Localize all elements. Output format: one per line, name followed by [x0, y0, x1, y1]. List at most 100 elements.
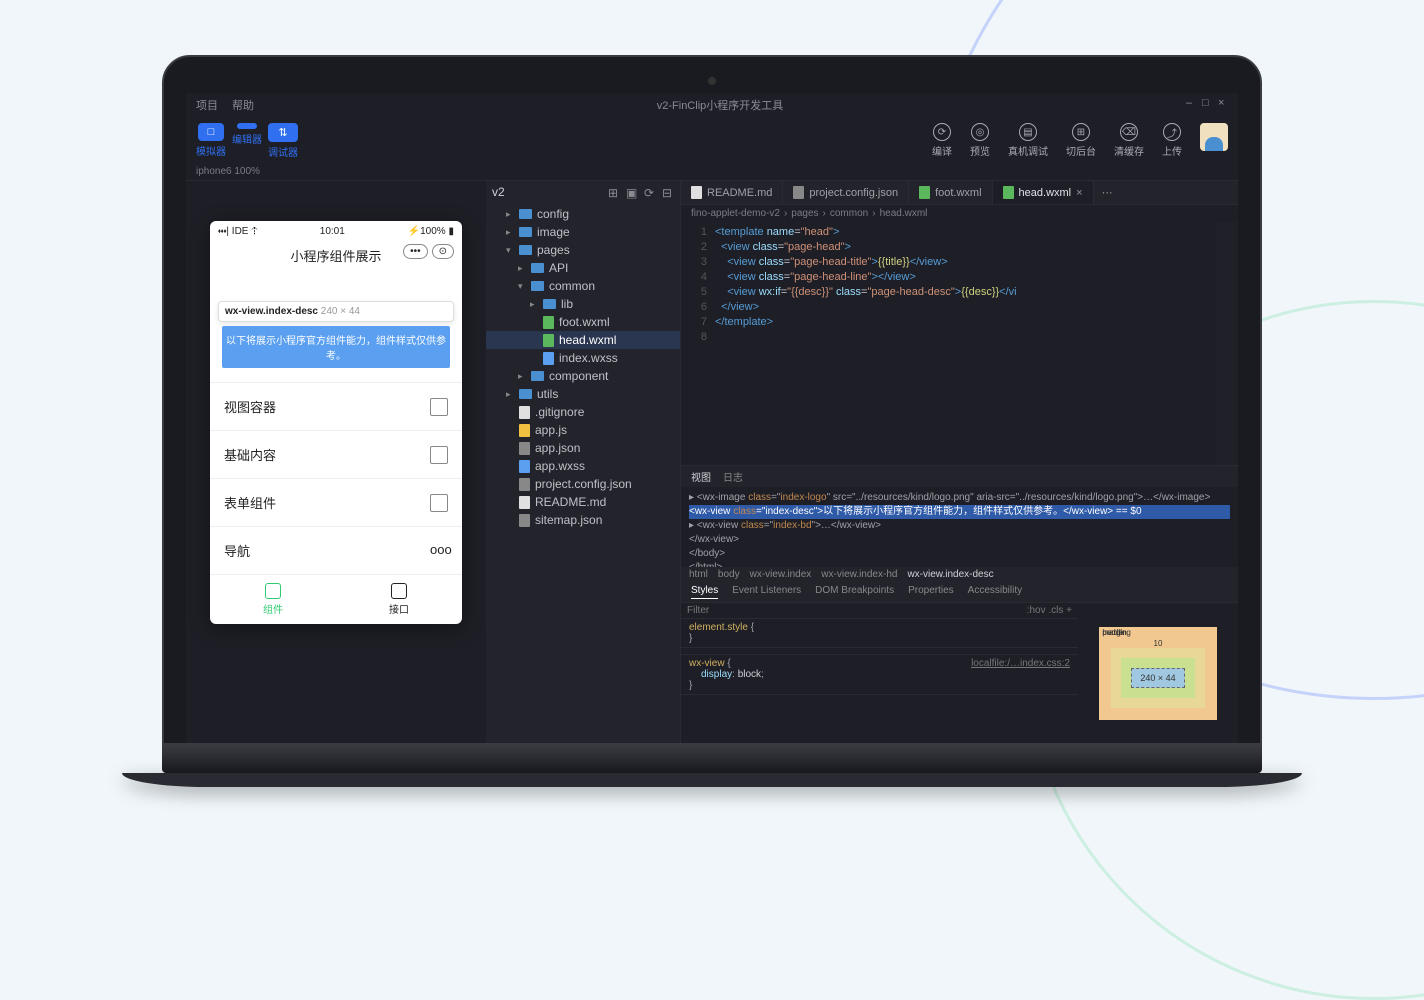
dom-breadcrumb-item[interactable]: wx-view.index-desc	[907, 569, 993, 580]
phone-tab[interactable]: 接口	[336, 575, 462, 624]
tree-node[interactable]: app.json	[486, 439, 680, 457]
devtools-subtab[interactable]: Event Listeners	[732, 585, 801, 599]
menu-help[interactable]: 帮助	[232, 97, 254, 113]
maximize-icon[interactable]: □	[1202, 97, 1212, 107]
devtools-tab-view[interactable]: 视图	[691, 469, 711, 484]
toolbar-action-2[interactable]: ▤ 真机调试	[1008, 123, 1048, 158]
chevron-icon: ▸	[506, 389, 514, 400]
file-icon	[919, 186, 930, 199]
editor-tab[interactable]: project.config.json	[783, 181, 909, 204]
breadcrumb-item[interactable]: head.wxml	[880, 208, 928, 219]
tree-node[interactable]: foot.wxml	[486, 313, 680, 331]
devtools-tab-log[interactable]: 日志	[723, 469, 743, 484]
collapse-icon[interactable]: ⊟	[662, 186, 674, 198]
code-editor[interactable]: 12345678 <template name="head"> <view cl…	[681, 222, 1238, 465]
css-rule[interactable]: </span> <span class="sel2" data-interact…	[681, 648, 1078, 655]
code-line[interactable]: <view class="page-head-line"></view>	[715, 271, 1216, 286]
camera-dot	[708, 77, 716, 85]
tree-node[interactable]: ▸ component	[486, 367, 680, 385]
add-rule-icon[interactable]: +	[1066, 605, 1072, 616]
dom-node[interactable]: </wx-view>	[689, 533, 1230, 547]
code-line[interactable]: <view class="page-head-title">{{title}}<…	[715, 256, 1216, 271]
styles-filter-input[interactable]: Filter	[687, 605, 709, 616]
tree-node[interactable]: sitemap.json	[486, 511, 680, 529]
tree-node[interactable]: ▸ utils	[486, 385, 680, 403]
minimize-icon[interactable]: –	[1186, 97, 1196, 107]
dom-node[interactable]: <wx-view class="index-desc">以下将展示小程序官方组件…	[689, 505, 1230, 519]
dom-breadcrumb-item[interactable]: body	[718, 569, 740, 580]
cls-toggle[interactable]: .cls	[1048, 605, 1063, 616]
editor-tab[interactable]: foot.wxml	[909, 181, 992, 204]
dom-node[interactable]: ▸ <wx-view class="index-bd">…</wx-view>	[689, 519, 1230, 533]
chevron-icon: ▸	[506, 227, 514, 238]
tree-node[interactable]: index.wxss	[486, 349, 680, 367]
minimap[interactable]	[1216, 222, 1238, 465]
code-line[interactable]: <view wx:if="{{desc}}" class="page-head-…	[715, 286, 1216, 301]
breadcrumb-item[interactable]: fino-applet-demo-v2	[691, 208, 780, 219]
styles-panel[interactable]: Filter :hov .cls + element.style {} </sp…	[681, 603, 1078, 743]
section-icon	[430, 494, 448, 512]
tree-node[interactable]: ▾ pages	[486, 241, 680, 259]
hov-toggle[interactable]: :hov	[1027, 605, 1046, 616]
css-rule[interactable]: localfile:/…index.css:2 wx-view {display…	[681, 655, 1078, 695]
editor-tab[interactable]: head.wxml×	[993, 181, 1094, 204]
tree-node[interactable]: README.md	[486, 493, 680, 511]
phone-section[interactable]: 视图容器	[210, 382, 462, 430]
code-line[interactable]: </template>	[715, 316, 1216, 331]
toolbar-action-3[interactable]: ⊞ 切后台	[1066, 123, 1096, 158]
menu-project[interactable]: 项目	[196, 97, 218, 113]
phone-section[interactable]: 基础内容	[210, 430, 462, 478]
devtools-subtab[interactable]: Styles	[691, 585, 718, 599]
toolbar-action-4[interactable]: ⌫ 清缓存	[1114, 123, 1144, 158]
folder-icon	[531, 263, 544, 273]
tree-node[interactable]: project.config.json	[486, 475, 680, 493]
toolbar-action-1[interactable]: ◎ 预览	[970, 123, 990, 158]
phone-menu-icon[interactable]: •••	[403, 244, 428, 259]
breadcrumb-item[interactable]: pages	[791, 208, 818, 219]
tree-node[interactable]: ▸ lib	[486, 295, 680, 313]
dom-breadcrumb-item[interactable]: html	[689, 569, 708, 580]
dom-node[interactable]: </body>	[689, 547, 1230, 561]
dom-node[interactable]: ▸ <wx-image class="index-logo" src="../r…	[689, 491, 1230, 505]
tree-node[interactable]: ▾ common	[486, 277, 680, 295]
code-line[interactable]: <view class="page-head">	[715, 241, 1216, 256]
dom-breadcrumb-item[interactable]: wx-view.index-hd	[821, 569, 897, 580]
devtools-subtab[interactable]: Properties	[908, 585, 954, 599]
code-line[interactable]: </view>	[715, 301, 1216, 316]
toolbar-action-0[interactable]: ⟳ 编译	[932, 123, 952, 158]
tree-node[interactable]: ▸ image	[486, 223, 680, 241]
devtools-subtab[interactable]: DOM Breakpoints	[815, 585, 894, 599]
phone-tab[interactable]: 组件	[210, 575, 336, 624]
phone-close-icon[interactable]: ⊙	[432, 244, 454, 259]
code-line[interactable]: <template name="head">	[715, 226, 1216, 241]
tree-node[interactable]: ▸ API	[486, 259, 680, 277]
avatar[interactable]	[1200, 123, 1228, 151]
phone-section[interactable]: 表单组件	[210, 478, 462, 526]
close-icon[interactable]: ×	[1218, 97, 1228, 107]
dom-breadcrumb-item[interactable]: wx-view.index	[750, 569, 812, 580]
section-icon	[430, 398, 448, 416]
close-tab-icon[interactable]: ×	[1076, 187, 1082, 199]
new-folder-icon[interactable]: ▣	[626, 186, 638, 198]
tree-node[interactable]: ▸ config	[486, 205, 680, 223]
toolbar-mode-0[interactable]: □ 模拟器	[196, 123, 226, 159]
toolbar-action-5[interactable]: ⤴ 上传	[1162, 123, 1182, 158]
dom-tree[interactable]: ▸ <wx-image class="index-logo" src="../r…	[681, 487, 1238, 567]
tree-node[interactable]: app.js	[486, 421, 680, 439]
toolbar-mode-2[interactable]: ⇅ 调试器	[268, 123, 298, 159]
refresh-icon[interactable]: ⟳	[644, 186, 656, 198]
css-rule[interactable]: element.style {}	[681, 619, 1078, 648]
phone-section[interactable]: 导航 ooo	[210, 526, 462, 574]
tree-root-label[interactable]: v2	[492, 185, 505, 199]
code-line[interactable]	[715, 331, 1216, 346]
devtools-subtab[interactable]: Accessibility	[968, 585, 1022, 599]
toolbar-mode-1[interactable]: 编辑器	[232, 123, 262, 159]
tree-node[interactable]: app.wxss	[486, 457, 680, 475]
breadcrumb-item[interactable]: common	[830, 208, 868, 219]
tabs-more-icon[interactable]: ⋯	[1094, 181, 1121, 204]
tree-node[interactable]: .gitignore	[486, 403, 680, 421]
new-file-icon[interactable]: ⊞	[608, 186, 620, 198]
highlighted-element[interactable]: 以下将展示小程序官方组件能力，组件样式仅供参考。	[222, 326, 450, 368]
tree-node[interactable]: head.wxml	[486, 331, 680, 349]
editor-tab[interactable]: README.md	[681, 181, 783, 204]
